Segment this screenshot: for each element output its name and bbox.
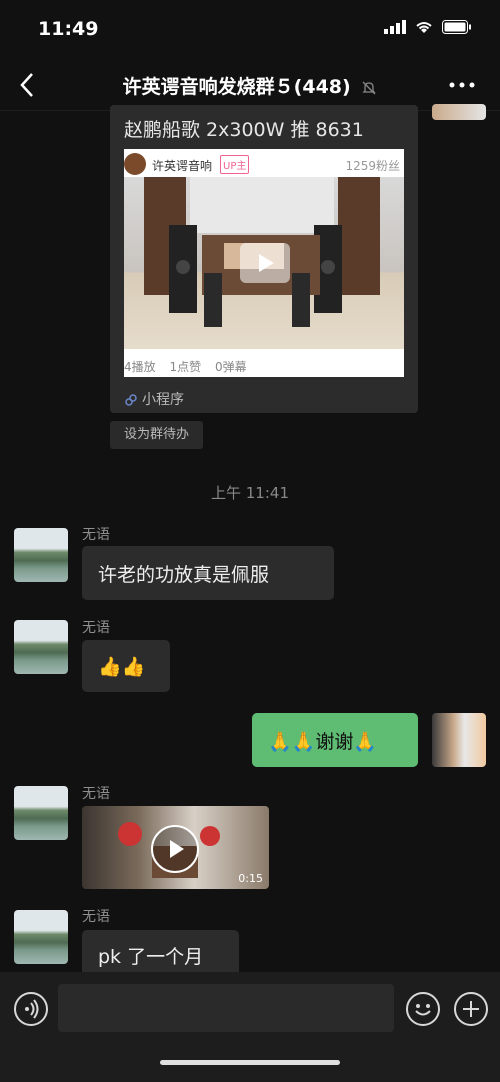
card-title: 赵鹏船歌 2x300W 推 8631 [124, 119, 364, 141]
my-avatar[interactable] [432, 713, 486, 767]
signal-icon [384, 20, 406, 34]
video-duration: 0:15 [238, 872, 263, 885]
status-icons [384, 20, 472, 34]
card-footer: 小程序 [124, 389, 184, 409]
set-group-todo-button[interactable]: 设为群待办 [110, 421, 203, 449]
sender-avatar[interactable] [14, 528, 68, 582]
my-message-bubble[interactable]: 🙏🙏谢谢🙏 [252, 713, 418, 767]
sender-avatar[interactable] [14, 910, 68, 964]
message-bubble[interactable]: 👍👍 [82, 640, 170, 692]
play-icon[interactable] [151, 825, 199, 873]
danmaku-count: 0弹幕 [214, 360, 247, 374]
message-bubble[interactable]: 许老的功放真是佩服 [82, 546, 334, 600]
video-thumbnail [124, 177, 404, 349]
mute-bell-icon [362, 81, 376, 94]
plus-icon[interactable] [454, 992, 488, 1026]
my-avatar-partial[interactable] [432, 104, 486, 120]
message-input[interactable] [58, 984, 394, 1032]
video-stats: 4播放 1点赞 0弹幕 [124, 358, 257, 375]
uploader-avatar [124, 153, 146, 175]
more-icon[interactable] [448, 76, 476, 94]
home-indicator [160, 1060, 340, 1065]
mini-program-label: 小程序 [142, 392, 184, 408]
message-text: 许老的功放真是佩服 [98, 563, 270, 586]
mini-program-preview[interactable]: 许英谔音响 UP主 1259粉丝 4播放 1点赞 0弹幕 [124, 149, 404, 377]
message-text: 🙏🙏谢谢🙏 [268, 730, 377, 753]
status-time: 11:49 [38, 18, 99, 40]
emoji-icon[interactable] [406, 992, 440, 1026]
video-message[interactable]: 0:15 [82, 806, 269, 889]
wifi-icon [416, 22, 432, 33]
back-icon[interactable] [14, 68, 44, 102]
voice-icon[interactable] [14, 992, 48, 1026]
sender-name: 无语 [82, 786, 110, 802]
battery-icon [442, 20, 471, 34]
shared-miniprogram-card[interactable]: 赵鹏船歌 2x300W 推 8631 许英谔音响 UP主 1259粉丝 4播放 … [110, 105, 418, 413]
fans-count: 1259粉丝 [345, 159, 400, 173]
chat-title: 许英谔音响发烧群５(448) [122, 76, 351, 98]
sender-name: 无语 [82, 620, 110, 636]
uploader-name: 许英谔音响 [152, 159, 213, 173]
sender-avatar[interactable] [14, 786, 68, 840]
message-text: 👍👍 [98, 655, 146, 678]
up-badge: UP主 [220, 155, 250, 174]
play-count: 4播放 [124, 360, 156, 374]
mini-program-icon [125, 394, 137, 406]
sender-avatar[interactable] [14, 620, 68, 674]
message-text: pk 了一个月 [98, 945, 204, 968]
like-count: 1点赞 [169, 360, 202, 374]
nav-title: 许英谔音响发烧群５(448) [60, 72, 440, 99]
sender-name: 无语 [82, 909, 110, 925]
sender-name: 无语 [82, 527, 110, 543]
message-timestamp: 上午 11:41 [211, 484, 289, 502]
play-icon[interactable] [240, 243, 290, 283]
